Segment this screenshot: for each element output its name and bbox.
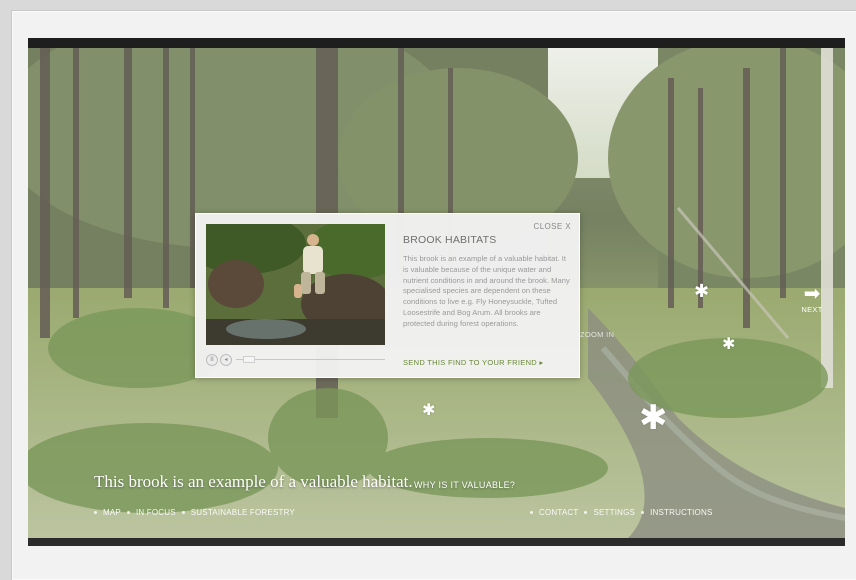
- nav-item-sustainable-forestry[interactable]: SUSTAINABLE FORESTRY: [181, 508, 295, 517]
- video-frame-image: [206, 224, 385, 345]
- nav-item-label: MAP: [103, 508, 121, 517]
- viewer-top-bar: [28, 38, 845, 48]
- secondary-nav: CONTACT SETTINGS INSTRUCTIONS: [530, 508, 713, 517]
- asterisk-icon[interactable]: ✱: [694, 281, 709, 302]
- asterisk-icon[interactable]: ✱: [722, 334, 735, 353]
- info-popup: II ◂ CLOSE X BROOK HABITATS This brook i…: [195, 213, 580, 378]
- arrow-right-icon: ➡: [803, 281, 821, 305]
- next-button[interactable]: ➡ NEXT: [800, 283, 824, 314]
- nav-item-settings[interactable]: SETTINGS: [584, 508, 635, 517]
- pause-icon[interactable]: II: [206, 354, 218, 366]
- scene-caption: This brook is an example of a valuable h…: [94, 472, 413, 491]
- video-progress-knob[interactable]: [243, 356, 255, 363]
- nav-item-label: SUSTAINABLE FORESTRY: [190, 508, 295, 517]
- asterisk-icon[interactable]: ✱: [422, 400, 435, 419]
- video-progress-track[interactable]: [236, 356, 385, 363]
- why-is-it-valuable-link[interactable]: WHY IS IT VALUABLE?: [414, 480, 515, 490]
- asterisk-icon[interactable]: ✱: [639, 398, 668, 438]
- bullet-icon: [530, 511, 533, 514]
- nav-item-contact[interactable]: CONTACT: [530, 508, 578, 517]
- popup-description: This brook is an example of a valuable h…: [403, 254, 570, 328]
- forest-viewer: II ◂ CLOSE X BROOK HABITATS This brook i…: [28, 38, 845, 546]
- primary-nav: MAP IN FOCUS SUSTAINABLE FORESTRY: [94, 508, 295, 517]
- nav-item-in-focus[interactable]: IN FOCUS: [126, 508, 176, 517]
- viewer-bottom-bar: [28, 538, 845, 546]
- nav-item-label: SETTINGS: [593, 508, 636, 517]
- nav-item-map[interactable]: MAP: [94, 508, 121, 517]
- nav-item-instructions[interactable]: INSTRUCTIONS: [641, 508, 712, 517]
- nav-item-label: CONTACT: [539, 508, 579, 517]
- send-to-friend-link[interactable]: SEND THIS FIND TO YOUR FRIEND ▸: [403, 358, 543, 367]
- mute-icon[interactable]: ◂: [220, 354, 232, 366]
- bullet-icon: [181, 511, 185, 514]
- bullet-icon: [94, 511, 97, 514]
- popup-title: BROOK HABITATS: [403, 234, 497, 246]
- close-button[interactable]: CLOSE X: [534, 222, 571, 231]
- bullet-icon: [126, 511, 130, 514]
- nav-item-label: INSTRUCTIONS: [650, 508, 713, 517]
- nav-item-label: IN FOCUS: [135, 508, 176, 517]
- bullet-icon: [641, 511, 645, 514]
- bullet-icon: [584, 511, 588, 514]
- video-controls: II ◂: [206, 354, 385, 368]
- zoom-in-label[interactable]: ZOOM IN: [580, 330, 614, 339]
- video-player[interactable]: [206, 224, 385, 345]
- next-label: NEXT: [801, 305, 823, 314]
